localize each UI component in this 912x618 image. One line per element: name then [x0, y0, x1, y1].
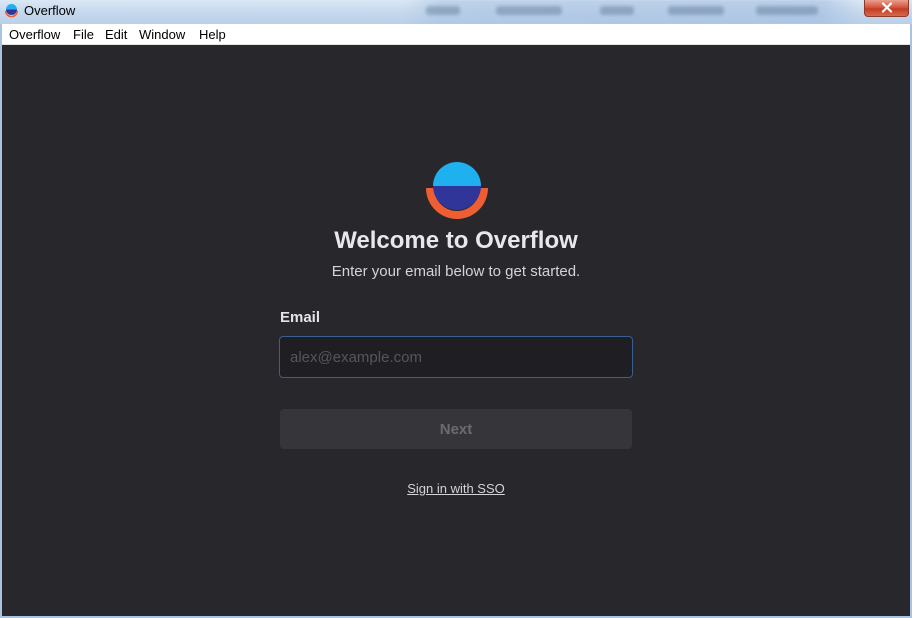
window-frame-left	[0, 24, 2, 618]
next-button[interactable]: Next	[280, 409, 632, 449]
overflow-logo-icon	[426, 162, 488, 219]
close-button[interactable]	[864, 0, 909, 17]
email-label: Email	[280, 309, 321, 326]
welcome-title: Welcome to Overflow	[334, 227, 578, 254]
window-title: Overflow	[24, 3, 76, 18]
menu-file[interactable]: File	[73, 27, 94, 42]
menu-overflow[interactable]: Overflow	[9, 27, 60, 42]
background-window-strip	[404, 0, 860, 24]
menu-help[interactable]: Help	[199, 27, 226, 42]
app-logo-icon	[4, 4, 19, 18]
menu-window[interactable]: Window	[139, 27, 185, 42]
sign-in-with-sso-link[interactable]: Sign in with SSO	[407, 481, 505, 496]
menu-edit[interactable]: Edit	[105, 27, 127, 42]
login-screen: Welcome to Overflow Enter your email bel…	[2, 45, 910, 616]
sso-link-row: Sign in with SSO	[2, 481, 910, 497]
menu-bar: Overflow File Edit Window Help	[2, 24, 910, 45]
email-input[interactable]	[279, 336, 633, 378]
welcome-subtitle: Enter your email below to get started.	[331, 263, 581, 280]
close-icon	[881, 2, 893, 13]
window-title-bar[interactable]: Overflow	[0, 0, 912, 24]
